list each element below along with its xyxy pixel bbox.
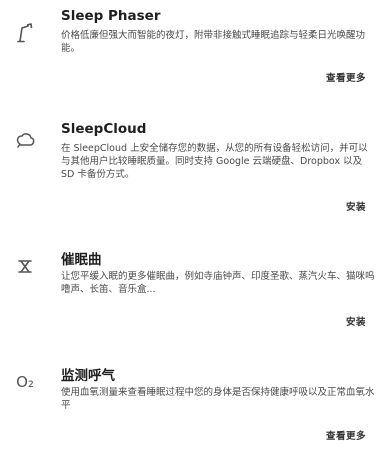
addon-title: 催眠曲 bbox=[61, 252, 102, 268]
view-more-button[interactable]: 查看更多 bbox=[326, 70, 366, 84]
addon-description: 在 SleepCloud 上安全储存您的数据，从您的所有设备轻松访问，并可以与其… bbox=[61, 143, 368, 180]
addon-title: SleepCloud bbox=[61, 121, 147, 137]
view-more-button[interactable]: 查看更多 bbox=[326, 428, 366, 442]
install-button[interactable]: 安装 bbox=[346, 314, 366, 328]
cloud-icon bbox=[12, 128, 38, 154]
addon-title: Sleep Phaser bbox=[61, 8, 161, 24]
o2-icon: O₂ bbox=[16, 373, 34, 391]
addon-description: 让您平缓入眠的更多催眠曲，例如寺庙钟声、印度圣歌、蒸汽火车、猫咪呜噜声、长笛、音… bbox=[61, 271, 375, 295]
install-button[interactable]: 安装 bbox=[346, 199, 366, 213]
addon-title: 监测呼气 bbox=[61, 368, 115, 384]
addon-description: 使用血氧测量来查看睡眠过程中您的身体是否保持健康呼吸以及正常血氧水平 bbox=[61, 387, 375, 411]
addon-description: 价格低廉但强大而智能的夜灯，附带非接触式睡眠追踪与轻柔日光唤醒功能。 bbox=[61, 30, 366, 54]
lamp-icon bbox=[12, 20, 38, 46]
hourglass-icon bbox=[12, 253, 38, 279]
